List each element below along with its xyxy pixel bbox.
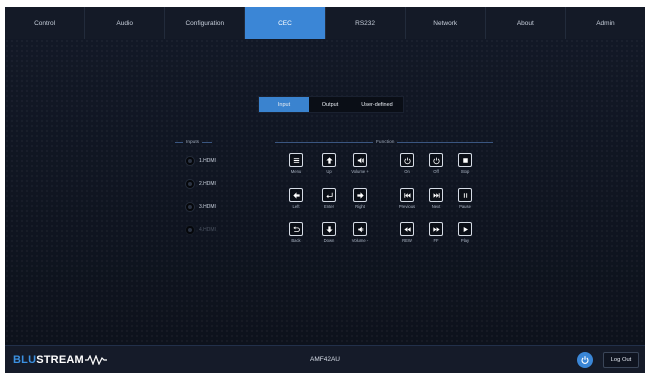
function-heading-label: Function (376, 140, 395, 145)
input-label: 2.HDMI (199, 181, 216, 187)
power-icon (581, 356, 589, 364)
right-button[interactable]: Right (342, 188, 378, 209)
tab-configuration[interactable]: Configuration (165, 7, 246, 39)
function-label: Volume + (351, 169, 369, 174)
main-nav: Control Audio Configuration CEC RS232 Ne… (5, 7, 645, 39)
enter-icon (325, 192, 333, 198)
function-label: Back (291, 238, 301, 243)
function-label: REW (402, 238, 412, 243)
divider (175, 142, 183, 143)
function-heading: Function (275, 140, 494, 145)
function-label: Right (355, 204, 365, 209)
arrow-right-icon (356, 191, 364, 199)
function-label: Previous (398, 204, 416, 209)
tab-network[interactable]: Network (406, 7, 486, 39)
radio-icon (185, 202, 195, 212)
function-label: Next (431, 204, 441, 209)
mode-user-defined-button[interactable]: User-defined (351, 97, 403, 112)
tab-cec[interactable]: CEC (245, 7, 326, 39)
tab-audio[interactable]: Audio (85, 7, 166, 39)
volume-down-button[interactable]: Volume - (342, 222, 378, 243)
input-hdmi-2[interactable]: 2.HDMI (185, 179, 216, 189)
power-on-icon (403, 157, 411, 164)
function-label: Down (323, 238, 335, 243)
tab-admin[interactable]: Admin (566, 7, 645, 39)
play-icon (463, 226, 468, 232)
cec-panel: Input Output User-defined Inputs Functio… (5, 39, 645, 345)
previous-icon (403, 192, 410, 198)
inputs-heading: Inputs (175, 140, 213, 145)
power-button[interactable] (577, 352, 593, 368)
divider (202, 142, 213, 143)
cec-mode-selector: Input Output User-defined (258, 96, 404, 113)
arrow-left-icon (292, 191, 300, 199)
fast-forward-icon (432, 226, 440, 232)
divider (397, 142, 494, 143)
input-label: 3.HDMI (199, 204, 216, 210)
radio-icon (185, 156, 195, 166)
pause-icon (463, 192, 467, 198)
radio-icon (185, 179, 195, 189)
input-label: 1.HDMI (199, 158, 216, 164)
mode-input-button[interactable]: Input (259, 97, 309, 112)
function-label: On (404, 169, 410, 174)
back-icon (292, 225, 300, 232)
function-label: Pause (459, 204, 471, 209)
input-hdmi-1[interactable]: 1.HDMI (185, 156, 216, 166)
menu-button[interactable]: Menu (278, 153, 314, 174)
stop-button[interactable]: Stop (447, 153, 483, 174)
input-label: 4.HDMI (199, 227, 216, 233)
bottom-strip (0, 373, 651, 378)
menu-icon (293, 157, 299, 163)
rewind-icon (403, 226, 411, 232)
left-button[interactable]: Left (278, 188, 314, 209)
divider (275, 142, 373, 143)
tab-rs232[interactable]: RS232 (326, 7, 406, 39)
volume-down-icon (357, 226, 363, 232)
arrow-up-icon (325, 156, 333, 164)
input-hdmi-4[interactable]: 4.HDMI (185, 225, 216, 235)
next-icon (433, 192, 440, 198)
top-strip (0, 0, 651, 7)
function-label: Left (292, 204, 300, 209)
radio-icon (185, 225, 195, 235)
tab-control[interactable]: Control (5, 7, 86, 39)
device-model: AMF42AU (310, 356, 340, 363)
function-label: Enter (323, 204, 334, 209)
function-label: Up (326, 169, 332, 174)
back-button[interactable]: Back (278, 222, 314, 243)
function-label: Stop (460, 169, 470, 174)
arrow-down-icon (325, 225, 333, 233)
footer-bar: BLU STREAM AMF42AU Log Out (5, 345, 645, 374)
tab-about[interactable]: About (486, 7, 566, 39)
stop-icon (462, 157, 468, 163)
function-label: Menu (290, 169, 302, 174)
function-label: FF (433, 238, 439, 243)
inputs-heading-label: Inputs (186, 140, 200, 145)
function-label: Off (433, 169, 439, 174)
mode-output-button[interactable]: Output (309, 97, 351, 112)
logout-button[interactable]: Log Out (603, 352, 639, 368)
input-hdmi-3[interactable]: 3.HDMI (185, 202, 216, 212)
power-off-icon (432, 157, 440, 164)
volume-up-button[interactable]: Volume + (342, 153, 378, 174)
function-label: Play (460, 238, 470, 243)
volume-up-icon (357, 157, 364, 163)
play-button[interactable]: Play (447, 222, 483, 243)
pause-button[interactable]: Pause (447, 188, 483, 209)
function-label: Volume - (351, 238, 369, 243)
